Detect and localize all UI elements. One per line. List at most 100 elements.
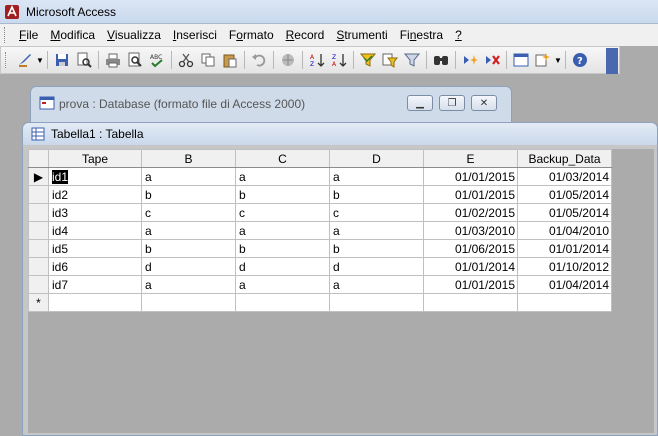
table-row[interactable]: id4 a a a 01/03/2010 01/04/2010: [28, 221, 612, 240]
new-record-row[interactable]: *: [28, 293, 612, 312]
menu-formato[interactable]: Formato: [223, 26, 280, 44]
table-cell[interactable]: [48, 293, 142, 312]
table-row[interactable]: id6 d d d 01/01/2014 01/10/2012: [28, 257, 612, 276]
table-cell[interactable]: id5: [48, 239, 142, 258]
table-cell[interactable]: 01/01/2015: [423, 167, 518, 186]
help-icon[interactable]: ?: [569, 49, 591, 71]
record-selector[interactable]: [28, 221, 49, 240]
table-cell[interactable]: 01/03/2010: [423, 221, 518, 240]
table-cell[interactable]: b: [141, 185, 236, 204]
table-cell[interactable]: d: [235, 257, 330, 276]
table-cell[interactable]: a: [235, 221, 330, 240]
save-icon[interactable]: [51, 49, 73, 71]
table-cell[interactable]: a: [141, 221, 236, 240]
record-selector[interactable]: [28, 275, 49, 294]
table-cell[interactable]: 01/01/2014: [517, 239, 612, 258]
menu-visualizza[interactable]: Visualizza: [101, 26, 167, 44]
table-window[interactable]: Tabella1 : Tabella Tape B C D E Backup_Data ▶…: [22, 122, 658, 436]
table-cell[interactable]: 01/05/2014: [517, 185, 612, 204]
table-cell[interactable]: 01/04/2014: [517, 275, 612, 294]
table-cell[interactable]: 01/03/2014: [517, 167, 612, 186]
column-header[interactable]: C: [235, 149, 330, 168]
column-header[interactable]: Backup_Data: [517, 149, 612, 168]
table-cell[interactable]: 01/01/2014: [423, 257, 518, 276]
table-row[interactable]: id5 b b b 01/06/2015 01/01/2014: [28, 239, 612, 258]
table-cell[interactable]: [423, 293, 518, 312]
table-cell[interactable]: [517, 293, 612, 312]
menubar-grip[interactable]: [4, 27, 7, 43]
cut-icon[interactable]: [175, 49, 197, 71]
table-cell[interactable]: b: [235, 239, 330, 258]
table-cell[interactable]: b: [141, 239, 236, 258]
menu-record[interactable]: Record: [280, 26, 331, 44]
table-cell[interactable]: a: [235, 167, 330, 186]
table-cell[interactable]: a: [329, 167, 424, 186]
selected-cell-text[interactable]: id1: [52, 169, 69, 184]
select-all-corner[interactable]: [28, 149, 49, 168]
table-row[interactable]: id3 c c c 01/02/2015 01/05/2014: [28, 203, 612, 222]
find-icon[interactable]: [430, 49, 452, 71]
column-header[interactable]: B: [141, 149, 236, 168]
print-preview-icon[interactable]: [124, 49, 146, 71]
new-record-marker[interactable]: *: [28, 293, 49, 312]
table-cell[interactable]: c: [329, 203, 424, 222]
paste-icon[interactable]: [219, 49, 241, 71]
hyperlink-icon[interactable]: [277, 49, 299, 71]
table-cell[interactable]: b: [329, 239, 424, 258]
table-cell[interactable]: 01/05/2014: [517, 203, 612, 222]
toolbar-grip[interactable]: [5, 52, 8, 68]
table-cell[interactable]: a: [329, 221, 424, 240]
record-selector[interactable]: [28, 203, 49, 222]
new-object-icon[interactable]: [532, 49, 554, 71]
column-header[interactable]: Tape: [48, 149, 142, 168]
close-button[interactable]: ✕: [471, 95, 497, 111]
minimize-button[interactable]: ▁: [407, 95, 433, 111]
table-cell[interactable]: 01/01/2015: [423, 275, 518, 294]
column-header[interactable]: E: [423, 149, 518, 168]
menu-strumenti[interactable]: Strumenti: [330, 26, 393, 44]
table-cell[interactable]: 01/06/2015: [423, 239, 518, 258]
new-record-icon[interactable]: [459, 49, 481, 71]
table-cell[interactable]: id7: [48, 275, 142, 294]
table-cell[interactable]: a: [329, 275, 424, 294]
search-file-icon[interactable]: [73, 49, 95, 71]
menu-file[interactable]: File: [13, 26, 44, 44]
copy-icon[interactable]: [197, 49, 219, 71]
new-object-dropdown-arrow[interactable]: ▼: [554, 49, 562, 71]
table-cell[interactable]: id4: [48, 221, 142, 240]
record-selector[interactable]: [28, 257, 49, 276]
table-cell[interactable]: 01/01/2015: [423, 185, 518, 204]
table-cell[interactable]: 01/04/2010: [517, 221, 612, 240]
menu-finestra[interactable]: Finestra: [394, 26, 449, 44]
table-cell[interactable]: b: [329, 185, 424, 204]
column-header[interactable]: D: [329, 149, 424, 168]
table-row[interactable]: id7 a a a 01/01/2015 01/04/2014: [28, 275, 612, 294]
table-cell[interactable]: a: [235, 275, 330, 294]
sort-ascending-icon[interactable]: AZ: [306, 49, 328, 71]
menu-inserisci[interactable]: Inserisci: [167, 26, 223, 44]
record-selector[interactable]: [28, 185, 49, 204]
table-cell[interactable]: id6: [48, 257, 142, 276]
undo-icon[interactable]: [248, 49, 270, 71]
table-cell[interactable]: id1: [48, 167, 142, 186]
sort-descending-icon[interactable]: ZA: [328, 49, 350, 71]
database-window[interactable]: prova : Database (formato file di Access…: [30, 86, 512, 126]
menu-modifica[interactable]: Modifica: [44, 26, 101, 44]
apply-filter-icon[interactable]: [401, 49, 423, 71]
table-cell[interactable]: id3: [48, 203, 142, 222]
table-cell[interactable]: a: [141, 275, 236, 294]
table-cell[interactable]: c: [141, 203, 236, 222]
table-cell[interactable]: d: [329, 257, 424, 276]
table-cell[interactable]: id2: [48, 185, 142, 204]
spelling-icon[interactable]: ABC: [146, 49, 168, 71]
table-cell[interactable]: [235, 293, 330, 312]
table-cell[interactable]: d: [141, 257, 236, 276]
record-selector[interactable]: ▶: [28, 167, 49, 186]
table-cell[interactable]: [329, 293, 424, 312]
filter-by-selection-icon[interactable]: [357, 49, 379, 71]
filter-by-form-icon[interactable]: [379, 49, 401, 71]
toolbar-options-button[interactable]: [606, 48, 618, 74]
delete-record-icon[interactable]: [481, 49, 503, 71]
table-cell[interactable]: b: [235, 185, 330, 204]
database-window-icon[interactable]: [510, 49, 532, 71]
